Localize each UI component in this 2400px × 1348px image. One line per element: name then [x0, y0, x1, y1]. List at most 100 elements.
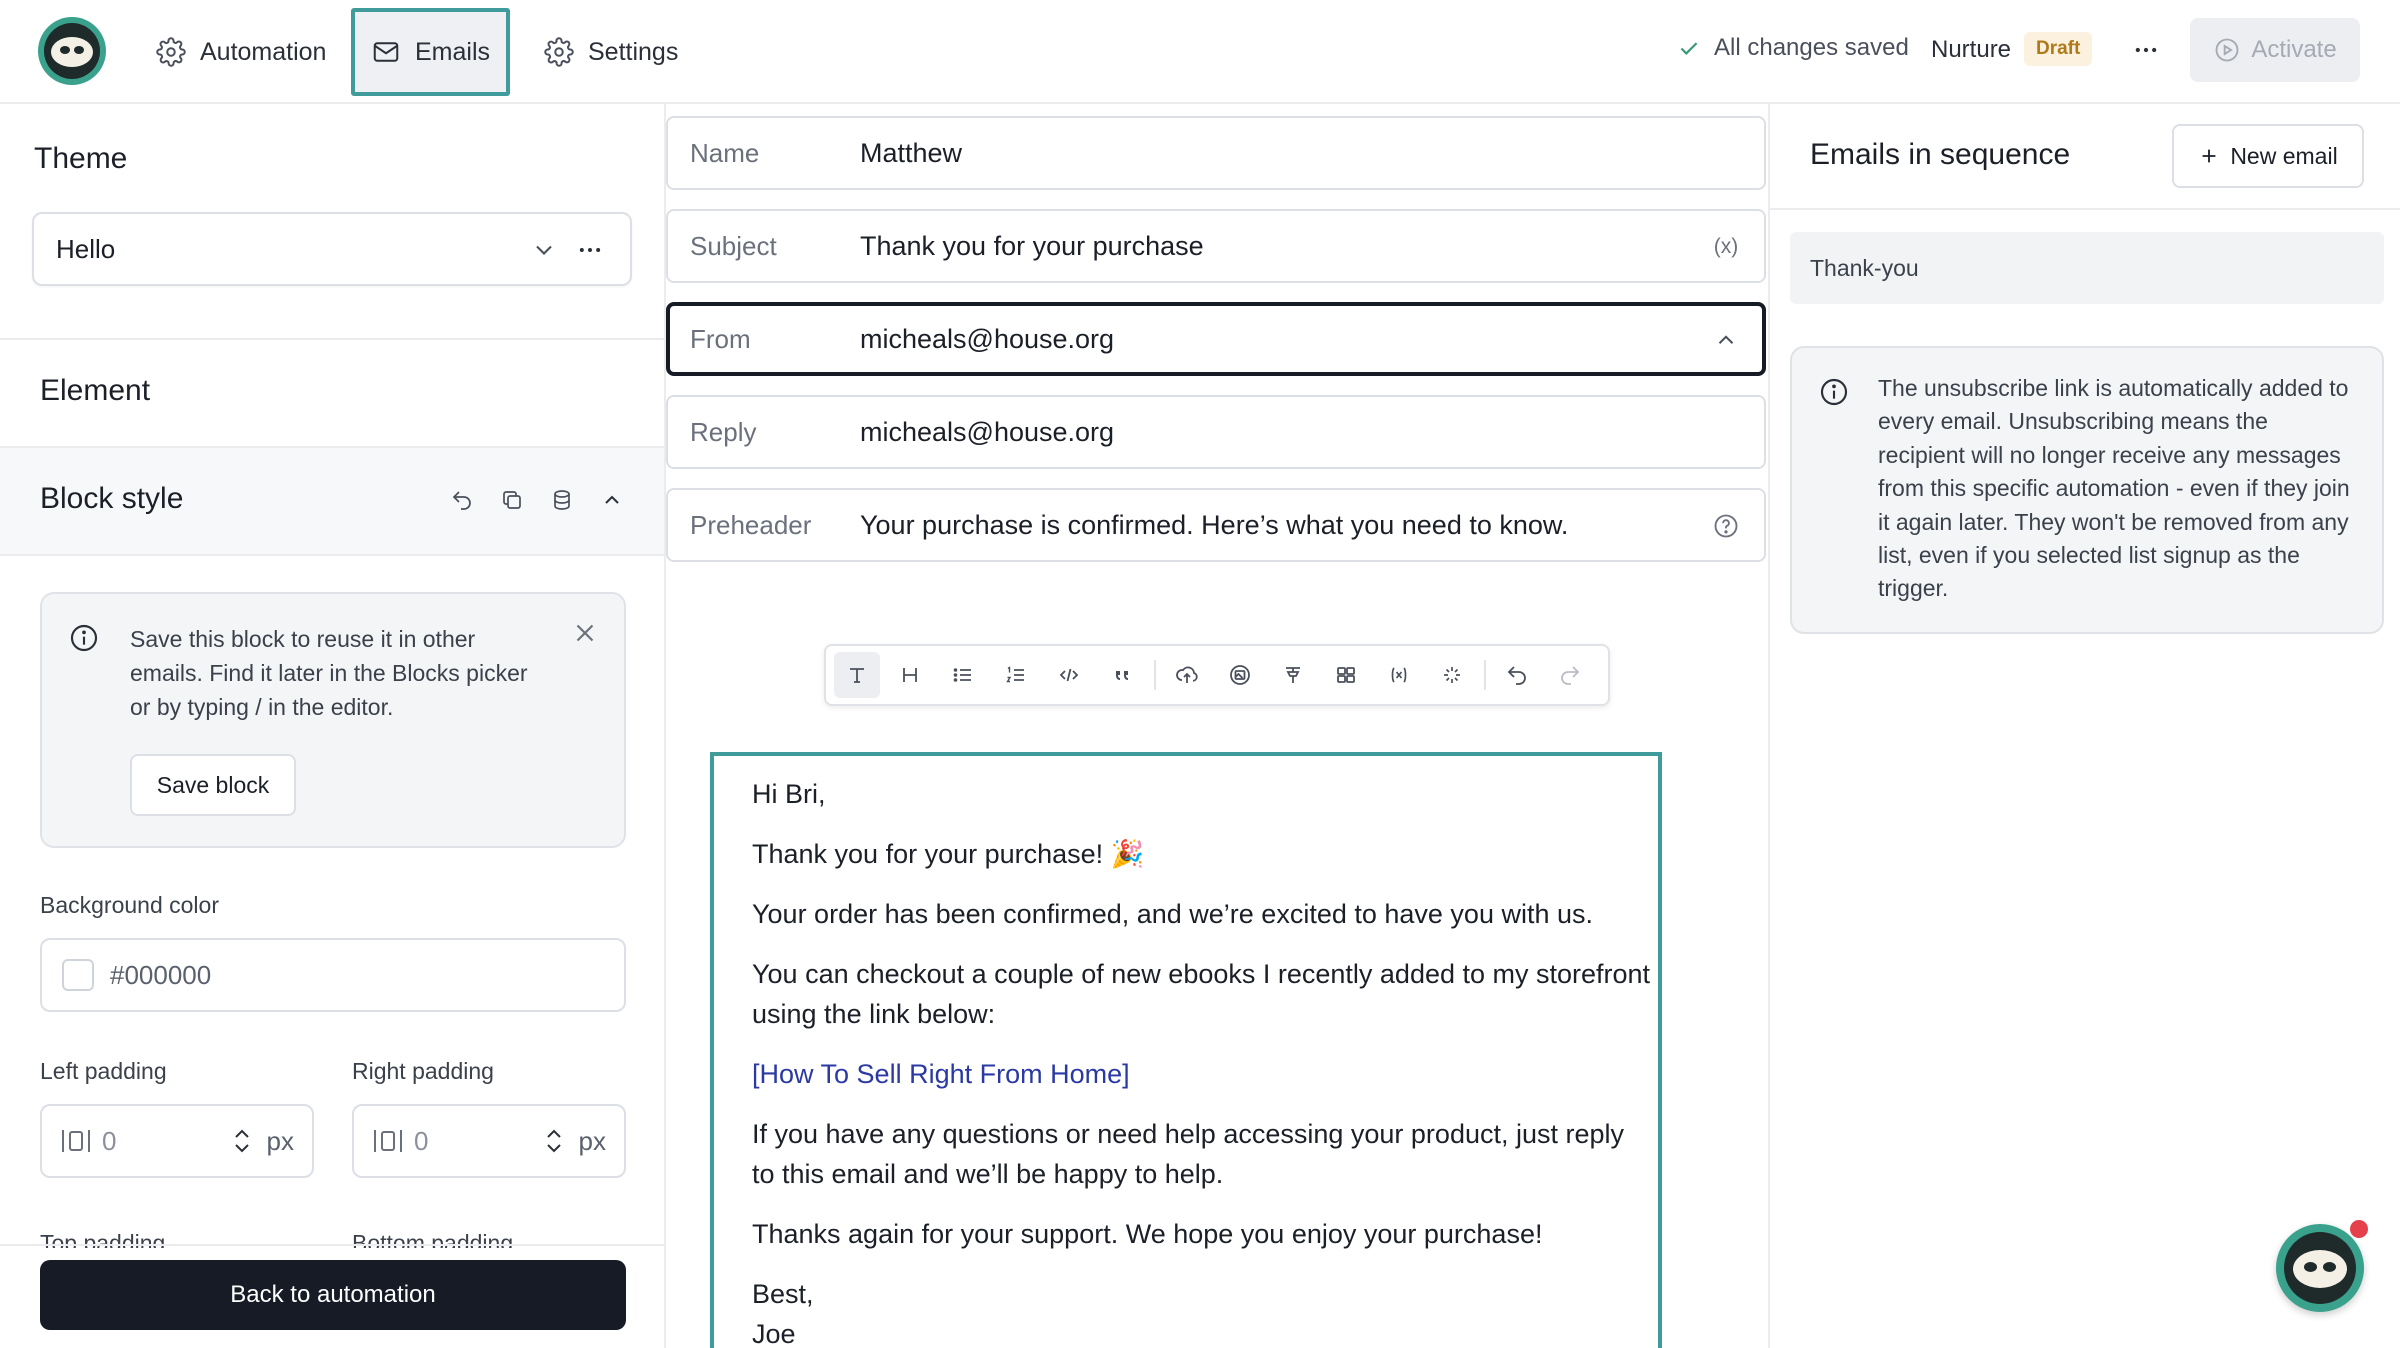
sequence-name[interactable]: Nurture: [1931, 36, 2011, 64]
from-field-label: From: [690, 323, 751, 354]
top-bar: Automation Emails Settings All changes s…: [0, 0, 2400, 104]
undo-icon[interactable]: [1494, 652, 1540, 698]
heading-icon[interactable]: [887, 652, 933, 698]
sequence-panel: Emails in sequence New email Thank-you T…: [1768, 104, 2400, 1348]
background-color-value: #000000: [110, 959, 212, 990]
nav-settings-label: Settings: [588, 37, 679, 66]
redo-icon[interactable]: [1547, 652, 1593, 698]
code-icon[interactable]: [1046, 652, 1092, 698]
play-circle-icon: [2213, 36, 2241, 64]
help-icon[interactable]: [1712, 512, 1740, 540]
theme-title: Theme: [34, 142, 128, 175]
plus-icon: [2198, 145, 2220, 167]
reset-icon[interactable]: [448, 486, 476, 514]
image-icon[interactable]: [1217, 652, 1263, 698]
email-content-block[interactable]: Hi Bri, Thank you for your purchase! 🎉 Y…: [710, 752, 1662, 1348]
gear-icon: [156, 37, 186, 67]
layout-icon[interactable]: [1323, 652, 1369, 698]
stepper-icon[interactable]: [231, 1125, 253, 1157]
variable-icon[interactable]: (x): [1712, 233, 1740, 261]
back-to-automation-button[interactable]: Back to automation: [40, 1260, 626, 1330]
style-panel: Theme Hello Element Block style Save thi…: [0, 104, 666, 1348]
email-body[interactable]: Hi Bri, Thank you for your purchase! 🎉 Y…: [752, 774, 1652, 1348]
padding-unit: px: [266, 1125, 294, 1156]
save-block-hint: Save this block to reuse it in other ema…: [40, 592, 626, 848]
notification-dot: [2348, 1218, 2370, 1240]
preheader-field-label: Preheader: [690, 509, 812, 540]
name-field[interactable]: Name Matthew: [666, 116, 1766, 190]
right-padding-input[interactable]: 0 px: [352, 1104, 626, 1178]
right-padding-value: 0: [414, 1125, 429, 1156]
right-padding-label: Right padding: [352, 1058, 494, 1084]
nav-settings[interactable]: Settings: [528, 8, 694, 96]
name-field-label: Name: [690, 137, 760, 168]
theme-select[interactable]: Hello: [32, 212, 632, 286]
info-icon: [1818, 376, 1850, 408]
unsubscribe-notice: The unsubscribe link is automatically ad…: [1790, 346, 2384, 634]
button-icon[interactable]: [1270, 652, 1316, 698]
info-icon: [68, 622, 100, 654]
color-swatch[interactable]: [62, 959, 94, 991]
preheader-field-value: Your purchase is confirmed. Here’s what …: [860, 509, 1569, 540]
email-thanks-again[interactable]: Thanks again for your support. We hope y…: [752, 1214, 1652, 1254]
activate-label: Activate: [2251, 36, 2337, 63]
left-padding-value: 0: [102, 1125, 117, 1156]
sequence-email-item[interactable]: Thank-you: [1790, 232, 2384, 304]
more-options-button[interactable]: [2128, 32, 2164, 68]
background-color-label: Background color: [40, 892, 219, 918]
email-questions[interactable]: If you have any questions or need help a…: [752, 1114, 1652, 1194]
activate-button[interactable]: Activate: [2190, 18, 2360, 82]
numbered-list-icon[interactable]: [993, 652, 1039, 698]
from-field-value: micheals@house.org: [860, 323, 1115, 354]
padding-horizontal-icon: [372, 1126, 404, 1156]
save-block-button[interactable]: Save block: [130, 754, 296, 816]
toolbar-separator: [1484, 660, 1486, 690]
element-title: Element: [40, 374, 151, 407]
check-icon: [1676, 35, 1702, 61]
chevron-up-icon[interactable]: [1712, 326, 1740, 354]
upload-icon[interactable]: [1164, 652, 1210, 698]
subject-field[interactable]: Subject Thank you for your purchase (x): [666, 209, 1766, 283]
chevron-up-icon[interactable]: [598, 486, 626, 514]
reply-field[interactable]: Reply micheals@house.org: [666, 395, 1766, 469]
new-email-button[interactable]: New email: [2172, 124, 2364, 188]
save-status-text: All changes saved: [1714, 34, 1909, 61]
email-confirmed[interactable]: Your order has been confirmed, and we’re…: [752, 894, 1652, 934]
nav-emails[interactable]: Emails: [351, 8, 511, 96]
block-style-header[interactable]: Block style: [0, 446, 664, 556]
email-checkout[interactable]: You can checkout a couple of new ebooks …: [752, 954, 1652, 1034]
quote-icon[interactable]: [1099, 652, 1145, 698]
name-field-value: Matthew: [860, 137, 963, 168]
preheader-field[interactable]: Preheader Your purchase is confirmed. He…: [666, 488, 1766, 562]
close-icon[interactable]: [570, 618, 600, 648]
nav-automation-label: Automation: [200, 37, 327, 66]
duplicate-icon[interactable]: [498, 486, 526, 514]
gear-icon: [544, 37, 574, 67]
from-field[interactable]: From micheals@house.org: [666, 302, 1766, 376]
app-logo[interactable]: [38, 17, 106, 85]
bullet-list-icon[interactable]: [940, 652, 986, 698]
new-email-label: New email: [2230, 142, 2338, 169]
subject-field-label: Subject: [690, 230, 777, 261]
background-color-input[interactable]: #000000: [40, 938, 626, 1012]
sparkle-icon[interactable]: [1429, 652, 1475, 698]
email-greeting[interactable]: Hi Bri,: [752, 774, 1652, 814]
nav-automation[interactable]: Automation: [140, 8, 342, 96]
email-thanks[interactable]: Thank you for your purchase! 🎉: [752, 834, 1652, 874]
theme-more-icon[interactable]: [576, 236, 604, 264]
left-padding-input[interactable]: 0 px: [40, 1104, 314, 1178]
variable-icon[interactable]: [1376, 652, 1422, 698]
reply-field-label: Reply: [690, 416, 757, 447]
email-signature[interactable]: Joe: [752, 1314, 1652, 1348]
text-icon[interactable]: [834, 652, 880, 698]
email-signoff[interactable]: Best,: [752, 1274, 1652, 1314]
toolbar-separator: [1154, 660, 1156, 690]
stepper-icon[interactable]: [543, 1125, 565, 1157]
padding-unit: px: [578, 1125, 606, 1156]
email-link[interactable]: [How To Sell Right From Home]: [752, 1054, 1652, 1094]
reply-field-value: micheals@house.org: [860, 416, 1115, 447]
save-block-hint-text: Save this block to reuse it in other ema…: [130, 626, 528, 720]
status-badge: Draft: [2024, 32, 2093, 66]
database-icon[interactable]: [548, 486, 576, 514]
nav-emails-label: Emails: [415, 37, 491, 66]
